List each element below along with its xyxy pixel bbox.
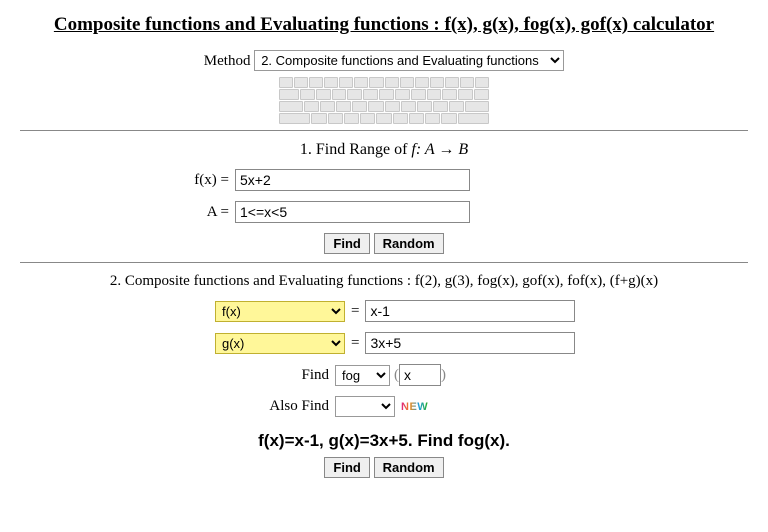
fx-input[interactable] xyxy=(235,169,470,191)
fn2-input[interactable] xyxy=(365,332,575,354)
also-find-label: Also Find xyxy=(20,398,335,415)
a-label: A = xyxy=(20,204,235,221)
fn1-select[interactable]: f(x) xyxy=(215,301,345,322)
operation-select[interactable]: fog xyxy=(335,365,390,386)
section2-heading: 2. Composite functions and Evaluating fu… xyxy=(20,273,748,290)
page-title: Composite functions and Evaluating funct… xyxy=(20,14,748,36)
new-badge: NEW xyxy=(401,401,428,413)
random-button-1[interactable]: Random xyxy=(374,233,444,254)
find-button-2[interactable]: Find xyxy=(324,457,369,478)
find-label: Find xyxy=(20,367,335,384)
equals-sign: = xyxy=(351,335,359,352)
section1-heading: 1. Find Range of f: A → B xyxy=(20,141,748,159)
result-text: f(x)=x-1, g(x)=3x+5. Find fog(x). xyxy=(20,431,748,451)
also-find-select[interactable] xyxy=(335,396,395,417)
fn2-select[interactable]: g(x) xyxy=(215,333,345,354)
a-input[interactable] xyxy=(235,201,470,223)
random-button-2[interactable]: Random xyxy=(374,457,444,478)
fn1-input[interactable] xyxy=(365,300,575,322)
find-button-1[interactable]: Find xyxy=(324,233,369,254)
divider xyxy=(20,262,748,263)
method-row: Method 2. Composite functions and Evalua… xyxy=(20,50,748,71)
method-label: Method xyxy=(204,53,251,69)
virtual-keyboard[interactable] xyxy=(279,77,489,124)
equals-sign: = xyxy=(351,303,359,320)
divider xyxy=(20,130,748,131)
arg-input[interactable] xyxy=(399,364,441,386)
fx-label: f(x) = xyxy=(20,172,235,189)
paren-close: ) xyxy=(441,367,446,384)
method-select[interactable]: 2. Composite functions and Evaluating fu… xyxy=(254,50,564,71)
